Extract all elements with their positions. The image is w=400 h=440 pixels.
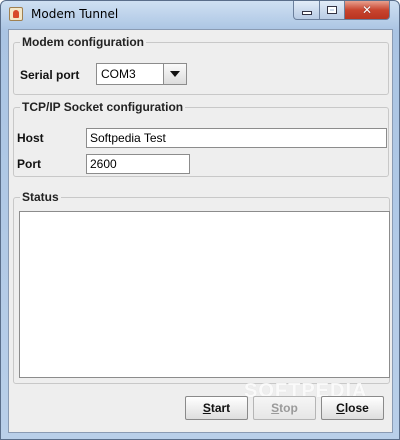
host-label: Host bbox=[17, 131, 44, 145]
close-window-button[interactable]: ✕ bbox=[344, 1, 390, 20]
stop-mnemonic: S bbox=[271, 401, 280, 415]
window-title: Modem Tunnel bbox=[31, 7, 119, 21]
start-label-rest: tart bbox=[210, 401, 231, 415]
status-group: Status bbox=[13, 190, 390, 384]
serial-port-value: COM3 bbox=[101, 67, 136, 81]
maximize-button[interactable] bbox=[319, 1, 345, 20]
close-button[interactable]: Close bbox=[321, 396, 384, 420]
host-input[interactable] bbox=[86, 128, 387, 148]
stop-label-rest: top bbox=[279, 401, 298, 415]
start-mnemonic: S bbox=[202, 401, 211, 415]
serial-port-label: Serial port bbox=[20, 68, 80, 82]
app-window: Modem Tunnel ✕ Modem configuration Seria… bbox=[0, 0, 400, 440]
minimize-button[interactable] bbox=[293, 1, 320, 20]
status-log-textarea[interactable] bbox=[19, 211, 390, 378]
minimize-icon bbox=[301, 11, 312, 15]
java-cup-icon[interactable] bbox=[9, 7, 23, 21]
close-icon: ✕ bbox=[361, 3, 373, 17]
stop-button[interactable]: Stop bbox=[253, 396, 316, 420]
tcpip-configuration-label: TCP/IP Socket configuration bbox=[20, 100, 186, 114]
status-label: Status bbox=[20, 190, 61, 204]
serial-port-dropdown-button[interactable] bbox=[163, 64, 186, 84]
port-label: Port bbox=[17, 157, 41, 171]
close-label-rest: lose bbox=[344, 401, 369, 415]
title-bar[interactable]: Modem Tunnel ✕ bbox=[1, 1, 399, 27]
serial-port-dropdown[interactable]: COM3 bbox=[96, 63, 187, 85]
close-mnemonic: C bbox=[336, 401, 345, 415]
start-button[interactable]: Start bbox=[185, 396, 248, 420]
modem-configuration-label: Modem configuration bbox=[20, 35, 146, 49]
chevron-down-icon bbox=[170, 71, 180, 77]
tcpip-configuration-group: TCP/IP Socket configuration Host Port bbox=[13, 100, 389, 177]
dialog-content: Modem configuration Serial port COM3 TCP… bbox=[8, 29, 393, 433]
maximize-icon bbox=[327, 6, 337, 14]
port-input[interactable] bbox=[86, 154, 190, 174]
modem-configuration-group: Modem configuration Serial port COM3 bbox=[13, 35, 389, 95]
